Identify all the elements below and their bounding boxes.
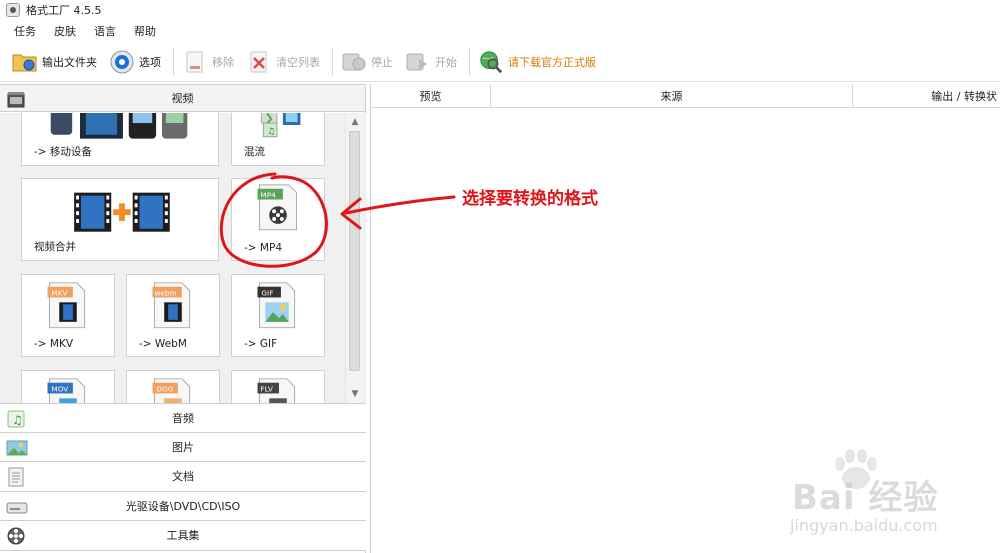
tile-mkv-label: -> MKV xyxy=(34,338,74,350)
menu-language[interactable]: 语言 xyxy=(94,23,116,39)
tile-gif[interactable]: GIF -> GIF xyxy=(231,274,325,357)
svg-text:♫: ♫ xyxy=(12,413,23,427)
column-header-output-status[interactable]: 输出 / 转换状 xyxy=(853,84,1000,108)
options-label: 选项 xyxy=(139,55,161,69)
disc-drive-icon xyxy=(6,497,28,517)
scroll-up-arrow-icon[interactable]: ▲ xyxy=(350,117,360,127)
flv-file-icon: FLV xyxy=(257,378,296,403)
menu-skin[interactable]: 皮肤 xyxy=(54,23,76,39)
flv-badge: FLV xyxy=(260,384,272,393)
menu-help[interactable]: 帮助 xyxy=(134,23,156,39)
webm-badge: webm xyxy=(154,288,176,297)
film-reel-icon xyxy=(6,526,26,546)
video-section-header[interactable]: 视频 xyxy=(0,84,365,112)
output-folder-label: 输出文件夹 xyxy=(42,55,97,69)
category-sections: ♫ 音频 图片 文档 光驱设备\DVD\CD\ISO 工具集 xyxy=(0,403,366,551)
image-section-label: 图片 xyxy=(172,440,194,454)
title-bar: 格式工厂 4.5.5 xyxy=(0,0,1000,20)
mov-badge: MOV xyxy=(51,384,68,393)
video-section-label: 视频 xyxy=(171,92,194,105)
tile-mobile-label: -> 移动设备 xyxy=(34,146,92,158)
tile-video-merge[interactable]: 视频合并 xyxy=(21,178,219,261)
stop-label: 停止 xyxy=(371,55,393,69)
stop-icon xyxy=(341,49,367,75)
tile-webm-label: -> WebM xyxy=(139,338,187,350)
svg-text:♫: ♫ xyxy=(267,127,275,137)
options-button[interactable]: 选项 xyxy=(109,46,161,78)
tile-mix[interactable]: ♫ 混流 xyxy=(231,113,325,166)
toolbar-separator xyxy=(332,47,333,76)
image-section-header[interactable]: 图片 xyxy=(0,432,366,462)
tile-ogg[interactable]: OGG xyxy=(126,370,220,403)
tile-mp4-label: -> MP4 xyxy=(244,242,282,254)
document-section-label: 文档 xyxy=(172,470,194,484)
preview-column-label: 预览 xyxy=(419,89,442,103)
watermark-brand: Bai 经验 xyxy=(792,478,939,518)
format-grid-scrollbar[interactable]: ▲ ▼ xyxy=(345,113,363,403)
column-header-source[interactable]: 来源 xyxy=(491,84,853,108)
clear-list-label: 清空列表 xyxy=(276,55,320,69)
picture-icon xyxy=(6,438,28,458)
toolbar-separator xyxy=(173,47,174,76)
toolbar: 输出文件夹 选项 移除 清空列表 停止 开始 请下载官方正式版 xyxy=(0,42,1000,82)
tile-mkv[interactable]: MKV -> MKV xyxy=(21,274,115,357)
remove-button[interactable]: 移除 xyxy=(182,46,234,78)
optical-drive-section-header[interactable]: 光驱设备\DVD\CD\ISO xyxy=(0,491,366,521)
clear-icon xyxy=(246,49,272,75)
baidu-jingyan-watermark: Bai 经验 jingyan.baidu.com xyxy=(768,448,1000,553)
globe-search-icon xyxy=(478,49,504,75)
remove-label: 移除 xyxy=(212,55,234,69)
start-icon xyxy=(405,49,431,75)
folder-icon xyxy=(12,49,38,75)
category-panel: 视频 -> 移动设备 ♫ 混流 视频合并 MP4 -> MP4 MKV -> M… xyxy=(0,84,366,553)
watermark-url: jingyan.baidu.com xyxy=(790,516,938,535)
tile-merge-label: 视频合并 xyxy=(34,241,76,253)
clear-list-button[interactable]: 清空列表 xyxy=(246,46,320,78)
document-icon xyxy=(6,467,26,487)
mp4-badge: MP4 xyxy=(260,191,276,200)
gif-badge: GIF xyxy=(261,288,273,297)
remove-icon xyxy=(182,49,208,75)
toolbar-separator xyxy=(469,47,470,76)
stop-button[interactable]: 停止 xyxy=(341,46,393,78)
audio-section-header[interactable]: ♫ 音频 xyxy=(0,403,366,433)
start-label: 开始 xyxy=(435,55,457,69)
tile-mobile-device[interactable]: -> 移动设备 xyxy=(21,113,219,166)
tile-mix-label: 混流 xyxy=(244,146,265,158)
menu-task[interactable]: 任务 xyxy=(14,23,36,39)
video-format-grid: -> 移动设备 ♫ 混流 视频合并 MP4 -> MP4 MKV -> MKV … xyxy=(0,113,366,403)
app-icon xyxy=(6,3,20,17)
ogg-file-icon: OGG xyxy=(152,378,191,403)
output-folder-button[interactable]: 输出文件夹 xyxy=(12,46,97,78)
download-official-label: 请下载官方正式版 xyxy=(508,55,596,69)
music-note-icon: ♫ xyxy=(6,409,26,429)
mkv-badge: MKV xyxy=(51,288,67,297)
mov-file-icon: MOV xyxy=(47,378,86,403)
source-column-label: 来源 xyxy=(660,89,683,103)
tile-mp4[interactable]: MP4 -> MP4 xyxy=(231,178,325,261)
tile-mov[interactable]: MOV xyxy=(21,370,115,403)
output-status-column-label: 输出 / 转换状 xyxy=(931,89,997,103)
scroll-thumb[interactable] xyxy=(349,131,360,371)
menu-bar: 任务 皮肤 语言 帮助 xyxy=(0,20,1000,42)
tile-webm[interactable]: webm -> WebM xyxy=(126,274,220,357)
document-section-header[interactable]: 文档 xyxy=(0,462,366,492)
annotation-text: 选择要转换的格式 xyxy=(462,189,598,209)
download-official-link[interactable]: 请下载官方正式版 xyxy=(478,46,596,78)
column-header-preview[interactable]: 预览 xyxy=(371,84,491,108)
toolset-section-header[interactable]: 工具集 xyxy=(0,521,366,551)
tile-gif-label: -> GIF xyxy=(244,338,278,350)
tile-flv[interactable]: FLV xyxy=(231,370,325,403)
audio-section-label: 音频 xyxy=(172,411,194,425)
toolset-section-label: 工具集 xyxy=(166,529,200,543)
optical-drive-section-label: 光驱设备\DVD\CD\ISO xyxy=(125,499,241,513)
film-clapper-icon xyxy=(6,90,26,110)
ogg-badge: OGG xyxy=(156,384,173,393)
scroll-down-arrow-icon[interactable]: ▼ xyxy=(350,389,360,399)
gear-icon xyxy=(109,49,135,75)
window-title: 格式工厂 4.5.5 xyxy=(26,4,102,17)
start-button[interactable]: 开始 xyxy=(405,46,457,78)
